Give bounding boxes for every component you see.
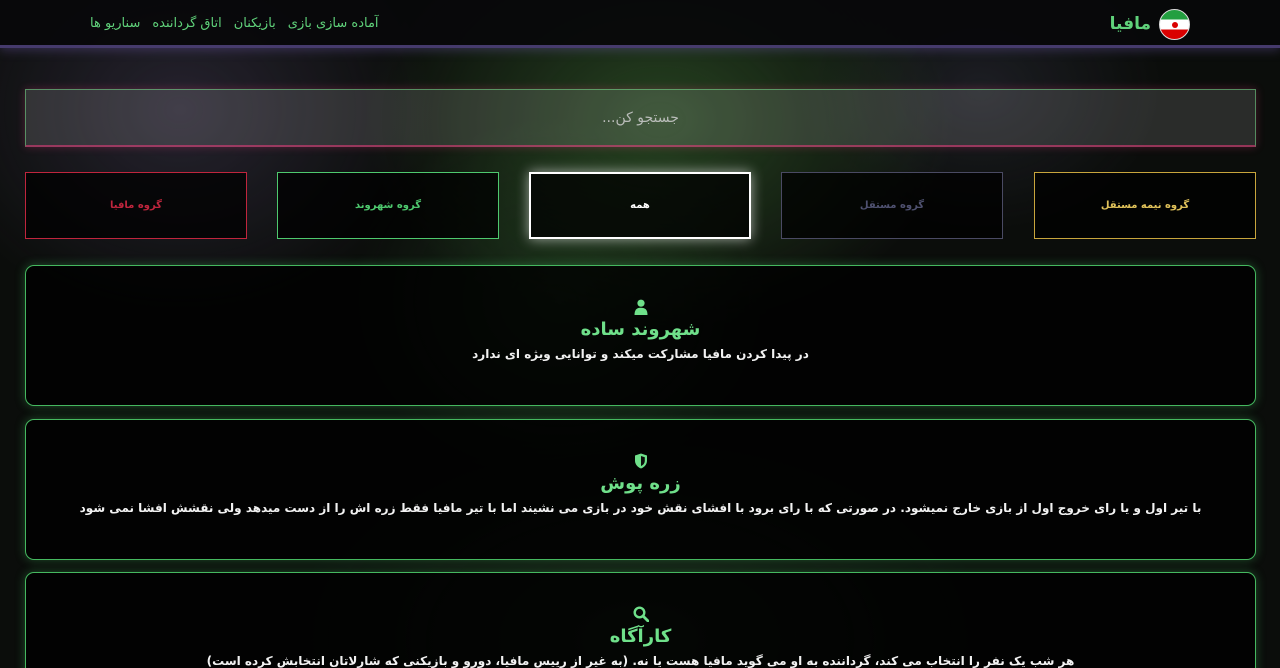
role-card[interactable]: شهروند ساده در پیدا کردن مافیا مشارکت می… bbox=[25, 265, 1256, 406]
nav-link-game-setup[interactable]: آماده سازی بازی bbox=[288, 16, 379, 31]
role-title: شهروند ساده bbox=[580, 319, 701, 340]
brand-title: مافیا bbox=[1109, 14, 1151, 34]
user-icon bbox=[26, 299, 1255, 317]
filter-semi-independent-button[interactable]: گروه نیمه مستقل bbox=[1034, 172, 1256, 239]
nav-link-players[interactable]: بازیکنان bbox=[234, 16, 276, 31]
role-card[interactable]: کارآگاه هر شب یک نفر را انتخاب می کند، گ… bbox=[25, 572, 1256, 668]
navbar: سناریو ها اتاق گرداننده بازیکنان آماده س… bbox=[0, 0, 1280, 48]
nav-link-scenarios[interactable]: سناریو ها bbox=[90, 16, 140, 31]
nav-link-moderator-room[interactable]: اتاق گرداننده bbox=[152, 16, 221, 31]
iran-flag-icon bbox=[1159, 8, 1190, 40]
role-description: در پیدا کردن مافیا مشارکت میکند و توانای… bbox=[472, 347, 809, 361]
filter-mafia-button[interactable]: گروه مافیا bbox=[25, 172, 247, 239]
role-title: زره پوش bbox=[600, 473, 681, 494]
role-description: هر شب یک نفر را انتخاب می کند، گرداننده … bbox=[206, 654, 1075, 668]
search-container bbox=[25, 89, 1256, 147]
nav-links: سناریو ها اتاق گرداننده بازیکنان آماده س… bbox=[90, 16, 379, 31]
search-icon bbox=[26, 606, 1255, 624]
role-filters: گروه مافیا گروه شهروند همه گروه مستقل گر… bbox=[25, 172, 1256, 239]
filter-all-button[interactable]: همه bbox=[529, 172, 751, 239]
search-input[interactable] bbox=[25, 89, 1256, 147]
filter-citizen-button[interactable]: گروه شهروند bbox=[277, 172, 499, 239]
role-description: با تیر اول و یا رای خروج اول از بازی خار… bbox=[79, 501, 1202, 515]
shield-icon bbox=[26, 453, 1255, 471]
filter-independent-button[interactable]: گروه مستقل bbox=[781, 172, 1003, 239]
role-title: کارآگاه bbox=[609, 626, 672, 647]
role-card[interactable]: زره پوش با تیر اول و یا رای خروج اول از … bbox=[25, 419, 1256, 560]
brand[interactable]: مافیا bbox=[1110, 8, 1190, 40]
